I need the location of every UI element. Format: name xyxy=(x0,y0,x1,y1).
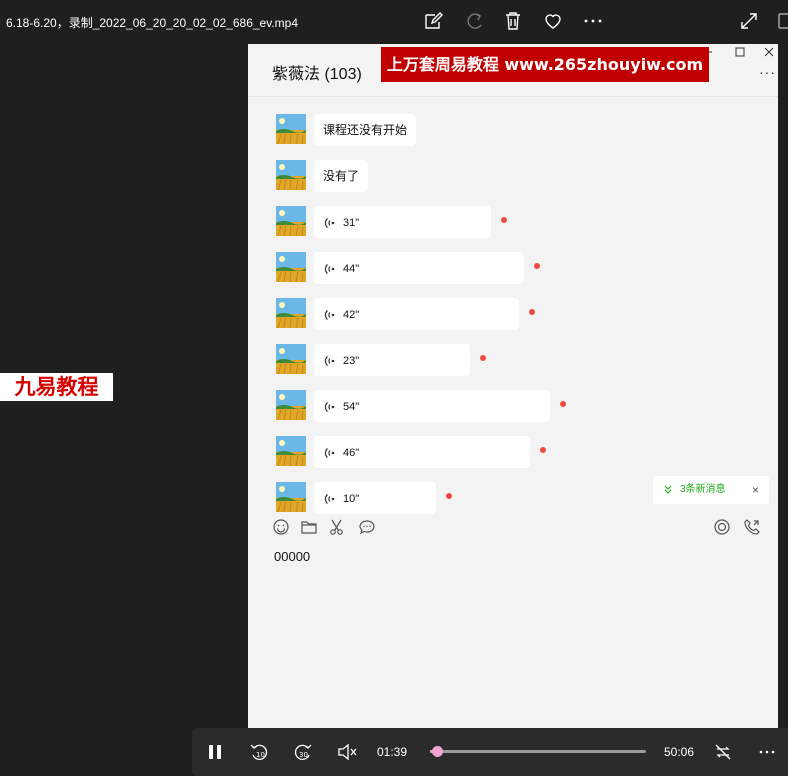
mute-icon[interactable] xyxy=(336,741,358,763)
avatar[interactable] xyxy=(276,344,306,374)
current-time: 01:39 xyxy=(377,745,408,759)
chat-more-icon[interactable]: ··· xyxy=(759,64,776,80)
player-more-icon[interactable] xyxy=(756,741,778,763)
voice-message-bubble[interactable]: 31" xyxy=(314,206,491,238)
voice-call-icon[interactable] xyxy=(743,518,761,536)
seek-thumb[interactable] xyxy=(432,746,444,757)
voice-icon xyxy=(323,355,337,367)
voice-duration: 54" xyxy=(343,401,360,413)
voice-message-bubble[interactable]: 10" xyxy=(314,482,436,514)
seek-bar[interactable] xyxy=(430,746,646,757)
unread-dot xyxy=(446,493,452,499)
repeat-off-icon[interactable] xyxy=(712,741,734,763)
message-text: 课程还没有开始 xyxy=(323,123,408,137)
emoji-icon[interactable] xyxy=(272,518,290,536)
player-controls: 10 30 01:39 50:06 xyxy=(192,728,788,776)
rotate-icon[interactable] xyxy=(464,10,486,32)
file-title: 6.18-6.20，录制_2022_06_20_20_02_02_686_ev.… xyxy=(6,16,299,30)
delete-icon[interactable] xyxy=(502,10,524,32)
total-time: 50:06 xyxy=(664,745,695,759)
voice-icon xyxy=(323,217,337,229)
pause-icon[interactable] xyxy=(204,741,226,763)
voice-message-bubble[interactable]: 23" xyxy=(314,344,470,376)
message-input[interactable]: 00000 xyxy=(274,549,310,564)
title-bar: 6.18-6.20，录制_2022_06_20_20_02_02_686_ev.… xyxy=(0,0,788,44)
chevron-down-icon xyxy=(663,476,673,516)
voice-icon xyxy=(323,263,337,275)
rewind-10-icon[interactable]: 10 xyxy=(248,741,270,763)
new-messages-notice[interactable]: 3条新消息 × xyxy=(653,476,769,504)
edit-icon[interactable] xyxy=(422,10,444,32)
voice-duration: 10" xyxy=(343,493,360,505)
watermark-label: 九易教程 xyxy=(0,373,113,401)
text-message-bubble[interactable]: 课程还没有开始 xyxy=(314,114,417,146)
close-notice-icon[interactable]: × xyxy=(752,476,759,504)
promo-banner: 上万套周易教程 www.265zhouyiw.com xyxy=(381,47,709,82)
svg-text:30: 30 xyxy=(299,751,308,759)
avatar[interactable] xyxy=(276,252,306,282)
more-options-icon[interactable] xyxy=(582,10,604,32)
fullscreen-icon[interactable] xyxy=(738,10,760,32)
unread-dot xyxy=(500,217,507,223)
voice-icon xyxy=(323,493,337,505)
voice-message-bubble[interactable]: 42" xyxy=(314,298,520,330)
folder-icon[interactable] xyxy=(300,518,318,536)
voice-duration: 23" xyxy=(343,355,360,367)
voice-message-bubble[interactable]: 46" xyxy=(314,436,530,468)
svg-text:10: 10 xyxy=(256,751,265,759)
voice-icon xyxy=(323,447,337,459)
avatar[interactable] xyxy=(276,436,306,466)
voice-message-bubble[interactable]: 54" xyxy=(314,390,551,422)
chat-bubble-icon[interactable] xyxy=(358,518,376,536)
chat-window: 紫薇法 (103) ··· 上万套周易教程 www.265zhouyiw.com… xyxy=(248,44,778,728)
scissors-icon[interactable] xyxy=(328,518,346,536)
voice-icon xyxy=(323,309,337,321)
unread-dot xyxy=(479,355,486,361)
live-icon[interactable] xyxy=(713,518,731,536)
unread-dot xyxy=(539,447,546,453)
voice-message-bubble[interactable]: 44" xyxy=(314,252,525,284)
panel-icon[interactable] xyxy=(776,10,788,32)
chat-title: 紫薇法 (103) xyxy=(272,66,362,83)
window-edge xyxy=(778,44,788,728)
voice-duration: 31" xyxy=(343,217,360,229)
voice-duration: 44" xyxy=(343,263,360,275)
avatar[interactable] xyxy=(276,160,306,190)
voice-duration: 42" xyxy=(343,309,360,321)
unread-dot xyxy=(529,309,536,315)
avatar[interactable] xyxy=(276,114,306,144)
avatar[interactable] xyxy=(276,482,306,512)
unread-dot xyxy=(534,263,541,269)
unread-dot xyxy=(560,401,567,407)
favorite-icon[interactable] xyxy=(542,10,564,32)
new-messages-label: 3条新消息 xyxy=(680,484,726,495)
maximize-icon[interactable] xyxy=(732,46,748,60)
voice-duration: 46" xyxy=(343,447,360,459)
close-icon[interactable] xyxy=(761,46,777,60)
avatar[interactable] xyxy=(276,298,306,328)
voice-icon xyxy=(323,401,337,413)
message-text: 没有了 xyxy=(323,169,360,183)
forward-30-icon[interactable]: 30 xyxy=(292,741,314,763)
avatar[interactable] xyxy=(276,390,306,420)
avatar[interactable] xyxy=(276,206,306,236)
input-toolbar xyxy=(248,518,778,540)
text-message-bubble[interactable]: 没有了 xyxy=(314,160,369,192)
